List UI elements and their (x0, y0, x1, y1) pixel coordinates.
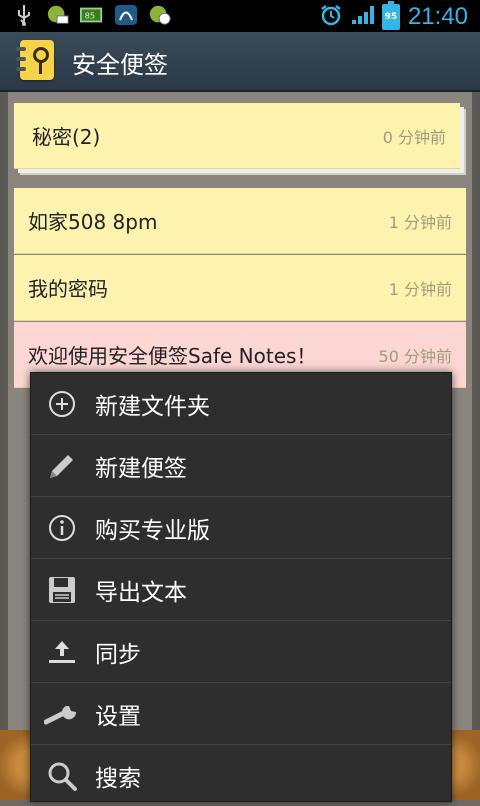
note-title: 欢迎使用安全便签Safe Notes！ (28, 344, 317, 368)
menu-item-export-text[interactable]: 导出文本 (31, 559, 451, 621)
save-icon (31, 575, 93, 605)
menu-item-new-folder[interactable]: 新建文件夹 (31, 373, 451, 435)
note-time: 50 分钟前 (378, 346, 452, 366)
note-title: 我的密码 (28, 277, 108, 301)
app-title: 安全便签 (72, 51, 168, 79)
sync-app-icon (148, 4, 172, 26)
info-icon (31, 514, 93, 542)
message-icon (46, 4, 70, 26)
menu-item-label: 设置 (95, 703, 141, 730)
usb-icon (12, 4, 36, 26)
battery-icon: 95 (381, 1, 400, 30)
note-title: 秘密(2) (32, 125, 101, 149)
upload-icon (31, 637, 93, 667)
clock: 21:40 (407, 3, 468, 30)
menu-item-label: 搜索 (95, 765, 141, 792)
svg-text:85: 85 (85, 11, 96, 21)
signal-icon (350, 4, 374, 30)
folder-note[interactable]: 秘密(2) 0 分钟前 (14, 103, 460, 169)
action-bar: 安全便签 (0, 32, 480, 92)
notebook-key-icon[interactable] (16, 40, 54, 80)
menu-item-label: 购买专业版 (95, 517, 210, 544)
menu-item-search[interactable]: 搜索 (31, 745, 451, 806)
menu-item-sync[interactable]: 同步 (31, 621, 451, 683)
wrench-icon (31, 700, 93, 728)
note-time: 1 分钟前 (388, 212, 452, 232)
note-item[interactable]: 如家508 8pm 1 分钟前 (14, 188, 466, 254)
menu-item-label: 同步 (95, 641, 141, 668)
note-item[interactable]: 我的密码 1 分钟前 (14, 255, 466, 321)
alarm-icon (320, 4, 342, 30)
search-icon (31, 760, 93, 792)
note-time: 1 分钟前 (388, 279, 452, 299)
battery-app-icon: 85 (80, 4, 104, 26)
pencil-icon (31, 450, 93, 482)
menu-item-label: 新建便签 (95, 455, 187, 482)
menu-item-new-note[interactable]: 新建便签 (31, 435, 451, 497)
note-title: 如家508 8pm (28, 210, 158, 234)
add-circle-icon (31, 390, 93, 418)
battery-level: 95 (384, 12, 398, 22)
swipe-app-icon (114, 4, 138, 26)
note-time: 0 分钟前 (382, 127, 446, 147)
menu-item-buy-pro[interactable]: 购买专业版 (31, 497, 451, 559)
menu-item-label: 导出文本 (95, 579, 187, 606)
options-menu: 新建文件夹 新建便签 购买专业版 导出文本 同步 设置 搜索 (30, 372, 452, 802)
menu-item-settings[interactable]: 设置 (31, 683, 451, 745)
status-bar: 85 95 21:40 (0, 0, 480, 32)
menu-item-label: 新建文件夹 (95, 393, 210, 420)
